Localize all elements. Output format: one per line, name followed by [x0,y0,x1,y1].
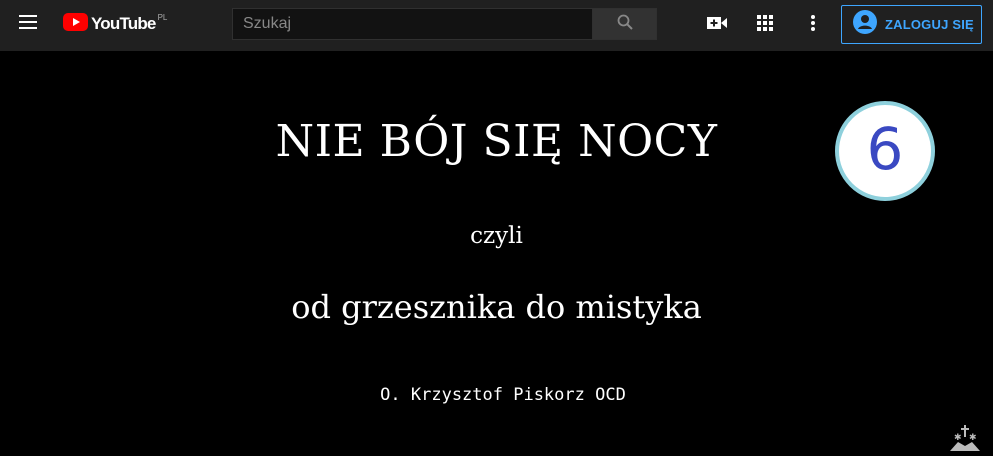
menu-button[interactable] [8,9,48,39]
account-circle-icon [853,10,877,39]
video-subtitle: od grzesznika do mistyka [291,288,702,326]
search-button[interactable] [592,8,657,40]
hamburger-menu-icon [19,14,37,34]
video-camera-plus-icon [707,16,727,35]
search-input[interactable] [232,8,592,40]
crosses-watermark-icon: ✱ ✱ [950,423,980,451]
svg-text:✱: ✱ [969,433,977,443]
sign-in-button[interactable]: ZALOGUJ SIĘ [841,5,982,44]
video-author-text: O. Krzysztof Piskorz OCD [380,385,626,405]
apps-grid-icon [757,14,773,36]
episode-number-badge: 6 [835,101,935,201]
youtube-logo[interactable]: YouTube PL [63,12,168,36]
logo-country-code: PL [157,12,168,22]
apps-button[interactable] [748,8,782,42]
search-icon [617,14,633,35]
video-player[interactable]: NIE BÓJ SIĘ NOCY czyli od grzesznika do … [0,51,993,451]
episode-number: 6 [866,115,904,183]
more-options-button[interactable] [796,8,830,42]
create-video-button[interactable] [700,8,734,42]
youtube-play-icon [63,12,88,36]
svg-text:✱: ✱ [954,433,962,443]
search-bar [232,8,657,40]
top-bar: YouTube PL Szukaj ZALOGUJ SIĘ [0,0,993,51]
sign-in-label: ZALOGUJ SIĘ [885,17,974,32]
logo-text: YouTube [91,14,156,33]
video-subtitle-connector: czyli [470,223,523,249]
more-vertical-icon [811,14,815,36]
